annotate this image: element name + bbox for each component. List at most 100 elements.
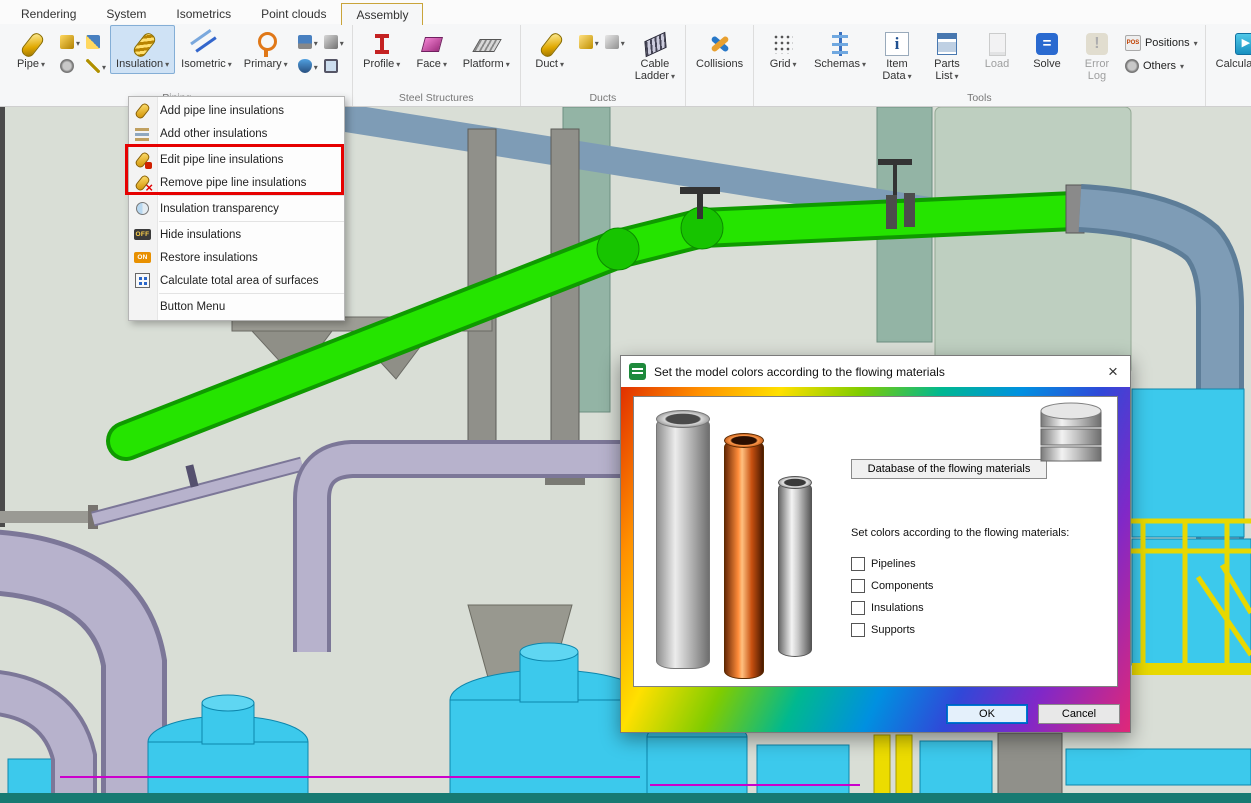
pipe-button[interactable]: Pipe — [6, 25, 56, 74]
chevron-down-icon — [908, 71, 912, 83]
chevron-down-icon — [955, 71, 959, 83]
checkbox-label: Pipelines — [871, 558, 916, 570]
error-log-label-2: Log — [1088, 71, 1106, 83]
steel-column-2 — [551, 129, 579, 479]
calculation-button[interactable]: Calculation — [1210, 25, 1251, 74]
checkbox-label: Supports — [871, 624, 915, 636]
collisions-icon — [706, 30, 734, 58]
grid-button[interactable]: Grid — [758, 25, 808, 74]
weld-shield-button[interactable] — [296, 55, 320, 77]
grid-icon — [769, 30, 797, 58]
checkbox-pipelines[interactable]: Pipelines — [851, 557, 1105, 571]
flag-icon — [298, 35, 312, 49]
menu-item-hide-insulations[interactable]: OFF Hide insulations — [129, 223, 344, 246]
menu-item-insulation-transparency[interactable]: Insulation transparency — [129, 197, 344, 220]
duct-button[interactable]: Duct — [525, 25, 575, 74]
duct-icon — [536, 30, 564, 58]
pipe-tools-button[interactable] — [322, 31, 346, 53]
tab-assembly[interactable]: Assembly — [341, 3, 423, 25]
menu-item-edit-pipe-line-insulations[interactable]: Edit pipe line insulations — [129, 148, 344, 171]
menu-item-button-menu[interactable]: Button Menu — [129, 295, 344, 318]
platform-button[interactable]: Platform — [457, 25, 516, 74]
item-data-button[interactable]: Item Data — [872, 25, 922, 85]
face-label: Face — [416, 59, 440, 71]
checkbox-box — [851, 579, 865, 593]
bend-icon — [86, 35, 100, 49]
others-button[interactable]: Others — [1125, 59, 1198, 73]
profile-button[interactable]: Profile — [357, 25, 407, 74]
plant-app-icon — [629, 363, 646, 380]
yellow-slat-1 — [874, 735, 890, 803]
checkbox-insulations[interactable]: Insulations — [851, 601, 1105, 615]
primary-button[interactable]: Primary — [238, 25, 294, 74]
insulation-icon — [129, 30, 157, 58]
isometric-flag-button[interactable] — [296, 31, 320, 53]
checkbox-box — [851, 623, 865, 637]
on-icon: ON — [134, 249, 151, 266]
ok-button[interactable]: OK — [946, 704, 1028, 724]
schemas-icon — [826, 30, 854, 58]
face-icon — [418, 30, 446, 58]
tab-system[interactable]: System — [91, 2, 161, 24]
shield-icon — [298, 59, 312, 73]
checkbox-box — [851, 601, 865, 615]
left-edge-post — [0, 107, 5, 527]
menu-item-remove-pipe-line-insulations[interactable]: Remove pipe line insulations — [129, 171, 344, 194]
piping-small-tools — [56, 25, 110, 77]
tab-isometrics[interactable]: Isometrics — [161, 2, 246, 24]
gear-icon — [1125, 59, 1139, 73]
menu-item-restore-insulations[interactable]: ON Restore insulations — [129, 246, 344, 269]
checkbox-box — [851, 557, 865, 571]
dialog-content-panel: Database of the flowing materials Set co… — [633, 396, 1118, 687]
menu-item-add-pipe-line-insulations[interactable]: Add pipe line insulations — [129, 99, 344, 122]
cut-pipe-button[interactable] — [58, 31, 82, 53]
positions-button[interactable]: Positions — [1125, 35, 1198, 51]
pipe-accessories-button[interactable] — [58, 55, 82, 77]
collisions-button[interactable]: Collisions — [690, 25, 749, 74]
yellow-slat-2 — [896, 735, 912, 803]
chevron-down-icon — [314, 33, 318, 51]
grid-label: Grid — [770, 59, 791, 71]
menu-item-label: Remove pipe line insulations — [160, 177, 306, 189]
close-icon[interactable] — [1096, 356, 1130, 387]
insulation-button[interactable]: Insulation — [110, 25, 175, 74]
chevron-down-icon — [621, 33, 625, 51]
view-frame-button[interactable] — [322, 55, 346, 77]
parts-list-icon — [933, 30, 961, 58]
bend-pipe-button[interactable] — [84, 31, 108, 53]
menu-item-calculate-total-area[interactable]: Calculate total area of surfaces — [129, 269, 344, 292]
menu-item-add-other-insulations[interactable]: Add other insulations — [129, 122, 344, 145]
cancel-button[interactable]: Cancel — [1038, 704, 1120, 724]
chevron-down-icon — [671, 71, 675, 83]
checkbox-components[interactable]: Components — [851, 579, 1105, 593]
chevron-down-icon — [1180, 60, 1184, 72]
primary-label: Primary — [244, 59, 282, 71]
gear-icon — [60, 59, 74, 73]
checkbox-supports[interactable]: Supports — [851, 623, 1105, 637]
menu-item-label: Hide insulations — [160, 229, 241, 241]
profile-icon — [368, 30, 396, 58]
ribbon-group-calculation: Calculation — [1206, 25, 1251, 106]
tab-point-clouds[interactable]: Point clouds — [246, 2, 341, 24]
solve-button[interactable]: Solve — [1022, 25, 1072, 74]
chevron-down-icon — [560, 59, 564, 71]
tab-rendering[interactable]: Rendering — [6, 2, 91, 24]
schemas-button[interactable]: Schemas — [808, 25, 872, 74]
duct-part-icon — [605, 35, 619, 49]
off-icon: OFF — [134, 226, 151, 243]
menu-item-label: Add pipe line insulations — [160, 105, 284, 117]
face-button[interactable]: Face — [407, 25, 457, 74]
parts-list-button[interactable]: Parts List — [922, 25, 972, 85]
menu-separator — [159, 146, 344, 147]
duct-part-button[interactable] — [603, 31, 627, 53]
dialog-body: Database of the flowing materials Set co… — [621, 387, 1130, 732]
chevron-down-icon — [396, 59, 400, 71]
dialog-title-bar[interactable]: Set the model colors according to the fl… — [621, 356, 1130, 388]
load-icon — [983, 30, 1011, 58]
duct-fitting-button[interactable] — [577, 31, 601, 53]
cable-ladder-button[interactable]: Cable Ladder — [629, 25, 681, 85]
isometric-button[interactable]: Isometric — [175, 25, 238, 74]
slope-button[interactable] — [84, 55, 108, 77]
platform-icon — [472, 30, 500, 58]
database-button[interactable]: Database of the flowing materials — [851, 459, 1047, 479]
